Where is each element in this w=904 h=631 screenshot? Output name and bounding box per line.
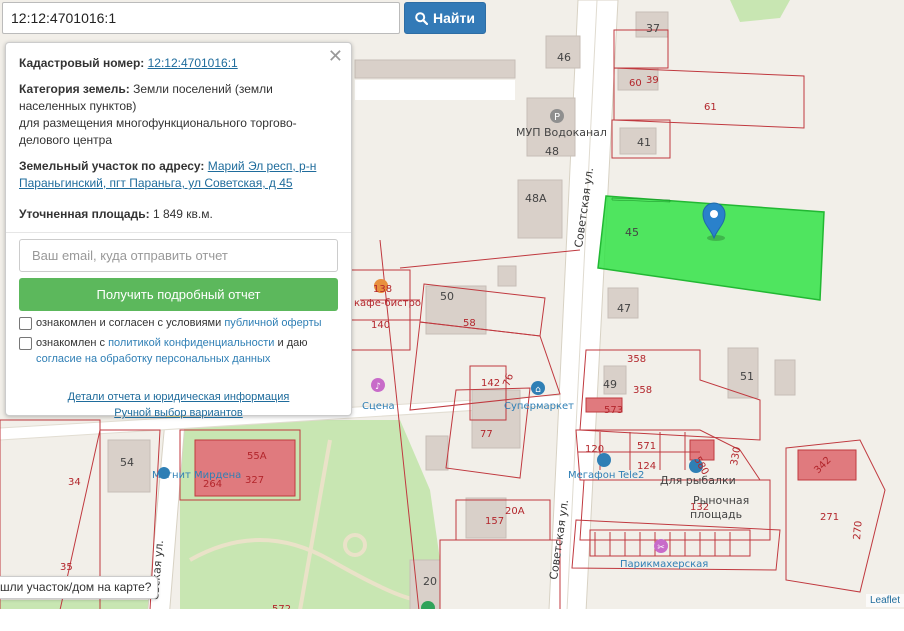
personal-data-link[interactable]: согласие на обработку персональных данны…	[36, 353, 270, 365]
building-label-31: 34	[68, 477, 81, 488]
building-label-39: 20А	[505, 506, 525, 517]
building-label-9: 47	[617, 302, 631, 315]
building-label-13: 58	[463, 318, 476, 329]
svg-text:♪: ♪	[375, 382, 381, 392]
found-prompt[interactable]: шли участок/дом на карте?	[0, 576, 159, 599]
privacy-policy-link[interactable]: политикой конфиденциальности	[108, 337, 274, 349]
public-offer-link[interactable]: публичной оферты	[224, 317, 321, 329]
poi-label-4: Мегафон Tele2	[568, 470, 644, 481]
building-label-0: 37	[646, 22, 660, 35]
building-label-22: 120	[585, 444, 604, 455]
building-label-33: 142	[481, 378, 500, 389]
offer-consent-text: ознакомлен и согласен с условиями	[36, 317, 222, 329]
poi-label-7: Парикмахерская	[620, 559, 708, 570]
building-label-32: 35	[60, 562, 73, 573]
divider	[6, 232, 351, 233]
panel-links: Детали отчета и юридическая информация Р…	[19, 389, 338, 421]
building-label-36: 358	[627, 354, 646, 365]
poi-label-6-b: площадь	[690, 508, 742, 521]
svg-text:P: P	[554, 112, 560, 123]
shop-icon: ⌂	[531, 381, 545, 395]
poi-label-1: Сцена	[362, 401, 395, 412]
hairdresser-icon: ✂	[654, 539, 668, 553]
building-label-12: 50	[440, 290, 454, 303]
manual-select-link[interactable]: Ручной выбор вариантов	[19, 405, 338, 421]
report-details-link[interactable]: Детали отчета и юридическая информация	[19, 389, 338, 405]
search-button[interactable]: Найти	[404, 2, 486, 34]
svg-text:✂: ✂	[657, 543, 665, 553]
building-label-10: 49	[603, 378, 617, 391]
poi-label-6-a: Рыночная	[693, 494, 749, 507]
poi-label-3: Магнит Мирдена	[152, 470, 241, 481]
poi-label-0: МУП Водоканал	[516, 126, 607, 139]
address-label: Земельный участок по адресу:	[19, 159, 205, 173]
get-report-button[interactable]: Получить подробный отчет	[19, 278, 338, 311]
building-label-4: 61	[704, 102, 717, 113]
area-label: Уточненная площадь:	[19, 207, 150, 221]
building-label-30: 270	[852, 520, 865, 540]
close-icon[interactable]: ✕	[328, 47, 343, 65]
purpose-value: для размещения многофункционального торг…	[19, 116, 297, 147]
poi-label-8: кафе-бистро	[354, 298, 421, 309]
cad-number-link[interactable]: 12:12:4701016:1	[148, 56, 238, 70]
privacy-consent: ознакомлен с политикой конфиденциальност…	[19, 335, 338, 367]
plot-info-panel: ✕ Кадастровый номер: 12:12:4701016:1 Кат…	[5, 42, 352, 419]
category-label: Категория земель:	[19, 82, 130, 96]
leaflet-attribution[interactable]: Leaflet	[865, 594, 904, 607]
building-label-16: 54	[120, 456, 134, 469]
building-label-38: 573	[604, 405, 623, 416]
parking-icon: P	[550, 109, 564, 123]
search-icon	[415, 11, 429, 25]
cadastral-search-input[interactable]: 12:12:4701016:1	[2, 2, 400, 34]
building-label-28: 271	[820, 512, 839, 523]
svg-text:⌂: ⌂	[535, 385, 541, 395]
poi-label-5: Для рыбалки	[660, 474, 736, 487]
poi-label-2: Супермаркет	[504, 401, 574, 412]
privacy-consent-text: ознакомлен с	[36, 337, 106, 349]
building-label-23: 571	[637, 441, 656, 452]
building-label-2: 60	[629, 78, 642, 89]
cad-label: Кадастровый номер:	[19, 56, 145, 70]
privacy-consent-mid: и даю	[277, 337, 308, 349]
bottom-strip	[0, 609, 904, 631]
building-label-15: 77	[480, 429, 493, 440]
email-input[interactable]: Ваш email, куда отправить отчет	[19, 239, 338, 272]
building-label-3: 39	[646, 75, 659, 86]
phone-shop-icon	[597, 453, 611, 467]
building-label-11: 51	[740, 370, 754, 383]
offer-consent: ознакомлен и согласен с условиями публич…	[19, 315, 338, 331]
building-label-35: 138	[373, 284, 392, 295]
building-label-21: 20	[423, 575, 437, 588]
building-label-37: 358	[633, 385, 652, 396]
area-value: 1 849 кв.м.	[152, 207, 213, 221]
search-button-label: Найти	[433, 10, 475, 26]
building-label-6: 48	[545, 145, 559, 158]
building-label-8: 45	[625, 226, 639, 239]
music-icon: ♪	[371, 378, 385, 392]
building-label-19: 327	[245, 475, 264, 486]
building-label-1: 46	[557, 51, 571, 64]
offer-checkbox[interactable]	[19, 317, 32, 330]
privacy-checkbox[interactable]	[19, 337, 32, 350]
building-label-20: 157	[485, 516, 504, 527]
building-label-7: 48А	[525, 192, 547, 205]
building-label-5: 41	[637, 136, 651, 149]
building-label-17: 55А	[247, 451, 267, 462]
building-label-34: 140	[371, 320, 390, 331]
